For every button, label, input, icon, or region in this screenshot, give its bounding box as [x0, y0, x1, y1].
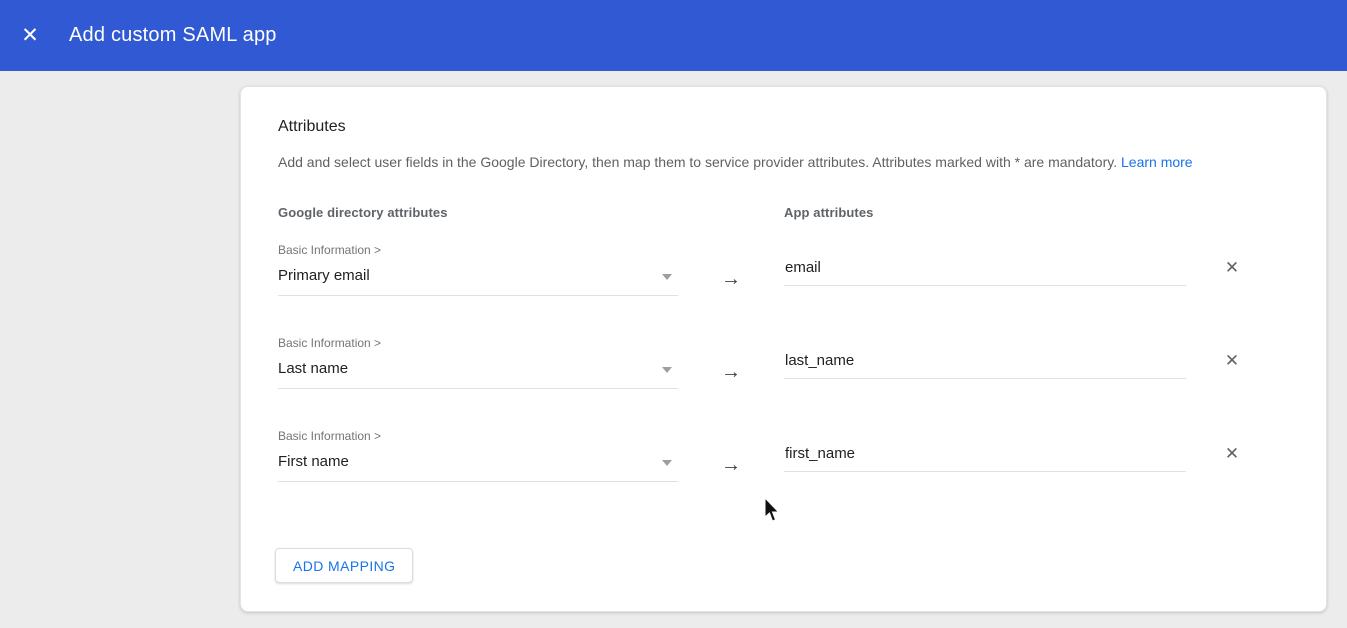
google-attribute-select[interactable]: Basic Information > Primary email [278, 243, 678, 296]
arrow-right-icon: → [721, 269, 741, 289]
mapping-row: Basic Information > Last name → ✕ [278, 336, 1326, 389]
google-attribute-value: First name [278, 452, 349, 472]
mapping-grid: Google directory attributes App attribut… [278, 205, 1326, 482]
google-attribute-value: Last name [278, 359, 348, 379]
chevron-down-icon [662, 274, 672, 280]
close-icon[interactable]: ✕ [18, 24, 42, 48]
section-description: Add and select user fields in the Google… [278, 153, 1326, 172]
app-attributes-header: App attributes [784, 205, 1186, 220]
google-attribute-select[interactable]: Basic Information > Last name [278, 336, 678, 389]
attribute-category-label: Basic Information > [278, 336, 678, 351]
mapping-row: Basic Information > First name → ✕ [278, 429, 1326, 482]
google-attribute-select[interactable]: Basic Information > First name [278, 429, 678, 482]
dialog-title: Add custom SAML app [69, 24, 277, 47]
attribute-category-label: Basic Information > [278, 243, 678, 258]
app-attribute-input[interactable] [784, 352, 1186, 379]
google-directory-attributes-header: Google directory attributes [278, 205, 678, 220]
attribute-category-label: Basic Information > [278, 429, 678, 444]
description-text: Add and select user fields in the Google… [278, 154, 1117, 170]
attributes-card: Attributes Add and select user fields in… [240, 86, 1327, 612]
section-title: Attributes [278, 118, 1326, 136]
delete-mapping-icon[interactable]: ✕ [1225, 445, 1239, 463]
chevron-down-icon [662, 460, 672, 466]
learn-more-link[interactable]: Learn more [1121, 154, 1193, 170]
chevron-down-icon [662, 367, 672, 373]
add-mapping-button[interactable]: ADD MAPPING [275, 548, 413, 583]
arrow-right-icon: → [721, 362, 741, 382]
app-attribute-input[interactable] [784, 445, 1186, 472]
app-attribute-input[interactable] [784, 259, 1186, 286]
mapping-row: Basic Information > Primary email → ✕ [278, 243, 1326, 296]
mapping-column-headers: Google directory attributes App attribut… [278, 205, 1326, 220]
google-attribute-value: Primary email [278, 266, 370, 286]
arrow-right-icon: → [721, 455, 741, 475]
delete-mapping-icon[interactable]: ✕ [1225, 259, 1239, 277]
delete-mapping-icon[interactable]: ✕ [1225, 352, 1239, 370]
dialog-header: ✕ Add custom SAML app [0, 0, 1347, 71]
